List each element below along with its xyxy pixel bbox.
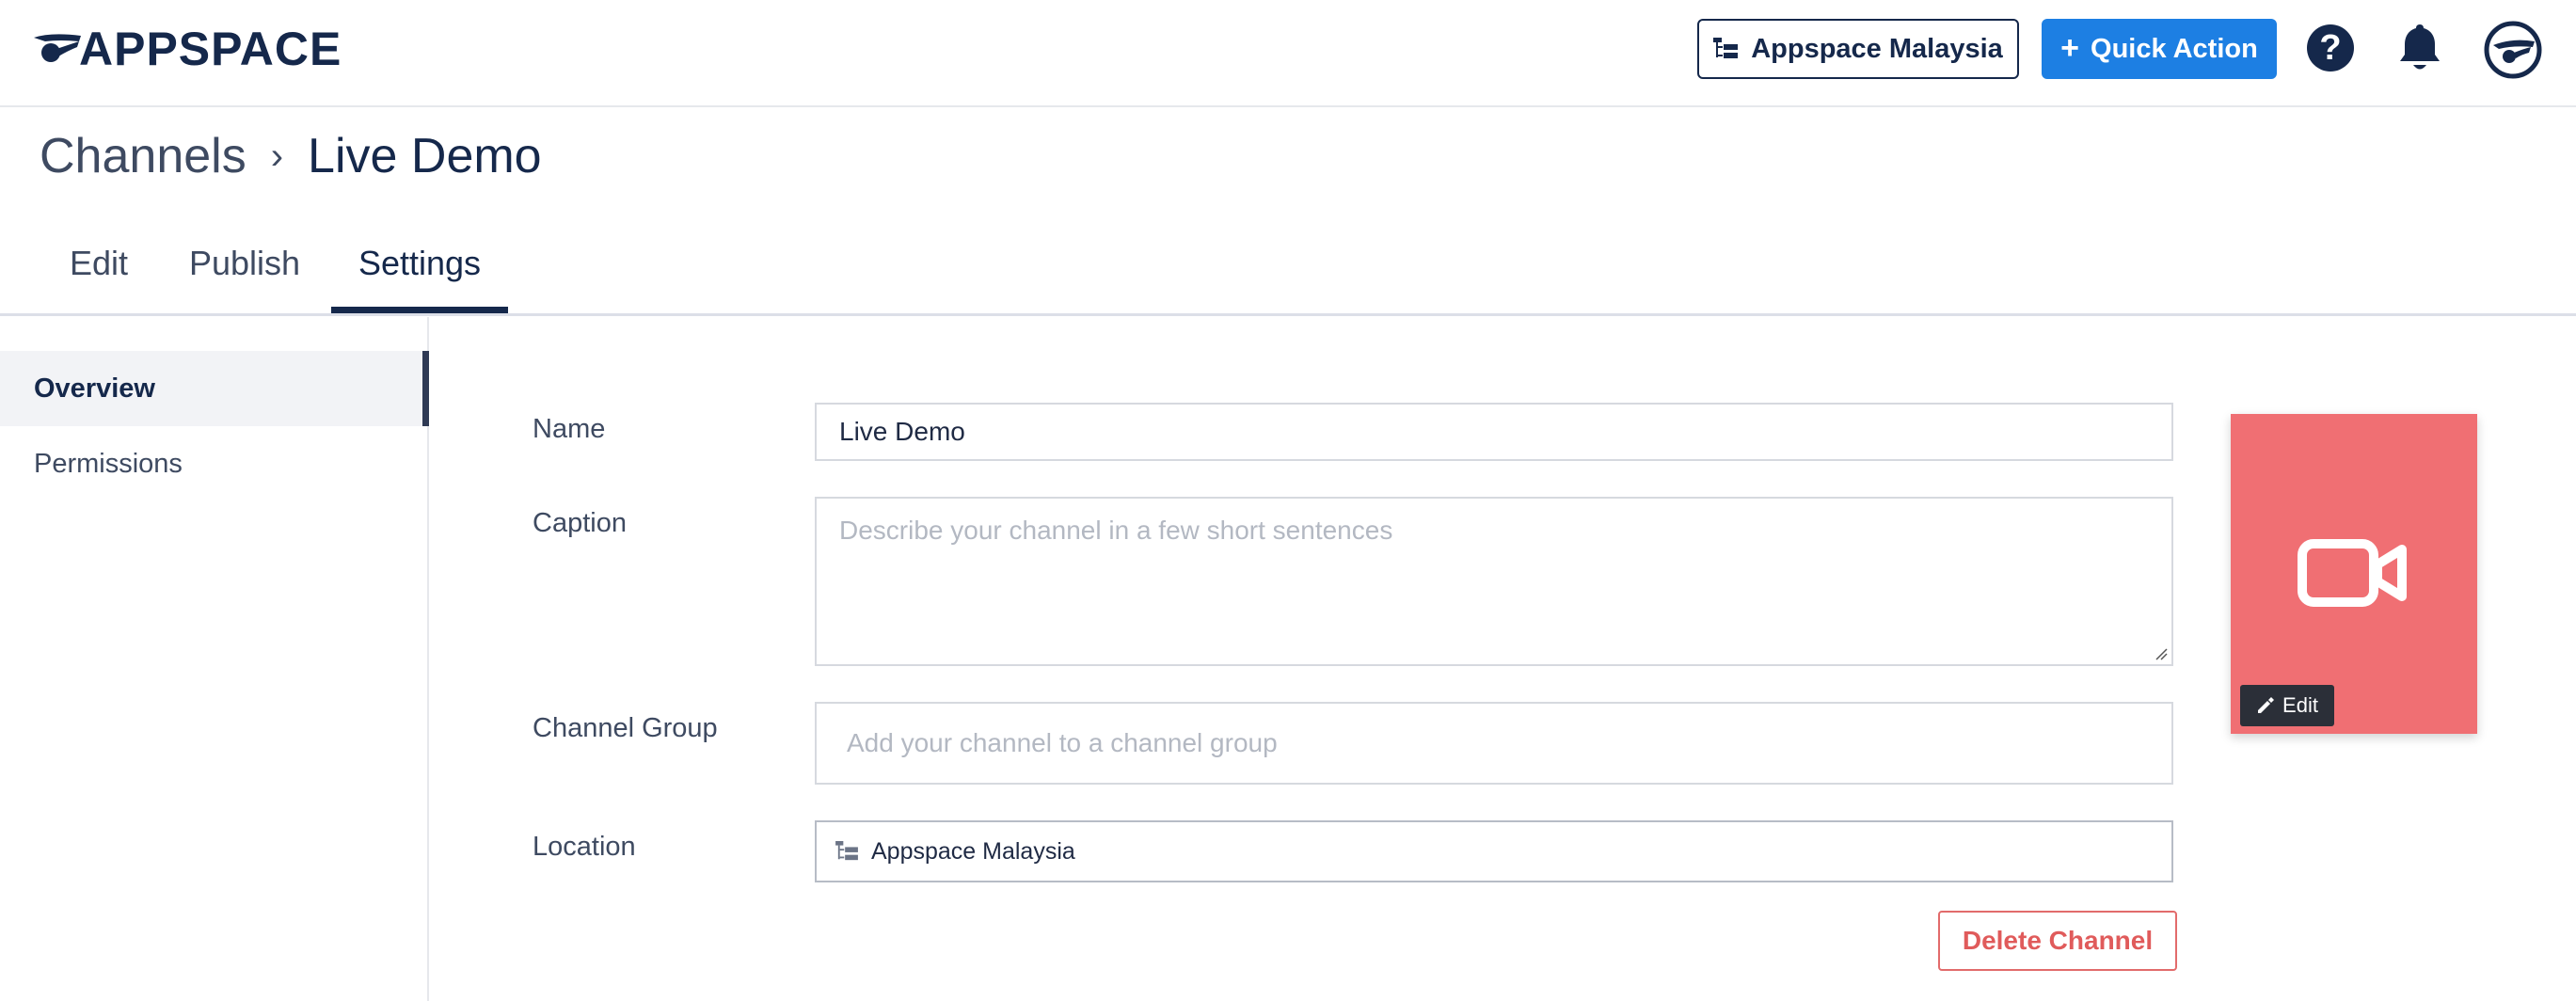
top-bar: APPSPACE Appspace Malaysia + Quick Actio… xyxy=(0,0,2576,107)
appspace-logo[interactable]: APPSPACE xyxy=(32,23,342,75)
active-tab-indicator xyxy=(331,307,508,313)
logo-text: APPSPACE xyxy=(79,23,342,75)
tab-publish[interactable]: Publish xyxy=(169,213,320,314)
settings-sidebar: Overview Permissions xyxy=(0,317,429,1001)
chevron-right-icon: › xyxy=(270,135,284,177)
page-title: Live Demo xyxy=(308,129,542,183)
name-value: Live Demo xyxy=(839,417,965,446)
location-field[interactable]: Appspace Malaysia xyxy=(815,820,2173,882)
name-label: Name xyxy=(533,414,606,444)
org-tree-icon xyxy=(1713,38,1739,58)
org-button-label: Appspace Malaysia xyxy=(1751,33,2003,64)
channel-group-label: Channel Group xyxy=(533,713,718,743)
caption-textarea[interactable]: Describe your channel in a few short sen… xyxy=(815,497,2173,666)
channel-tabs: Edit Publish Settings xyxy=(0,213,2576,316)
video-camera-icon xyxy=(2298,539,2407,607)
user-avatar-icon[interactable] xyxy=(2484,21,2542,79)
tab-edit[interactable]: Edit xyxy=(47,213,151,314)
help-icon[interactable]: ? xyxy=(2307,24,2354,72)
quick-action-label: Quick Action xyxy=(2091,33,2258,64)
caption-label: Caption xyxy=(533,508,627,538)
bell-icon[interactable] xyxy=(2394,21,2445,75)
edit-thumbnail-label: Edit xyxy=(2282,693,2318,717)
logo-mark-icon xyxy=(34,34,81,62)
channel-thumbnail[interactable]: Edit xyxy=(2231,414,2477,734)
sidebar-item-overview[interactable]: Overview xyxy=(0,351,429,426)
sidebar-item-permissions[interactable]: Permissions xyxy=(0,426,429,501)
delete-channel-button[interactable]: Delete Channel xyxy=(1938,911,2177,971)
breadcrumb: Channels › Live Demo xyxy=(40,128,542,184)
name-input[interactable]: Live Demo xyxy=(815,403,2173,461)
tab-settings[interactable]: Settings xyxy=(331,213,508,314)
org-tree-icon xyxy=(835,841,858,861)
channel-group-placeholder: Add your channel to a channel group xyxy=(847,728,1278,757)
organization-selector-button[interactable]: Appspace Malaysia xyxy=(1697,19,2019,79)
pencil-icon xyxy=(2258,697,2275,713)
breadcrumb-channels-link[interactable]: Channels xyxy=(40,128,246,184)
location-label: Location xyxy=(533,832,636,862)
edit-thumbnail-button[interactable]: Edit xyxy=(2240,685,2334,726)
plus-icon: + xyxy=(2060,29,2080,66)
location-value: Appspace Malaysia xyxy=(871,837,1075,865)
quick-action-button[interactable]: + Quick Action xyxy=(2042,19,2277,79)
caption-placeholder: Describe your channel in a few short sen… xyxy=(839,516,1393,545)
channel-group-input[interactable]: Add your channel to a channel group xyxy=(815,702,2173,785)
resize-handle-icon[interactable] xyxy=(2155,647,2168,660)
